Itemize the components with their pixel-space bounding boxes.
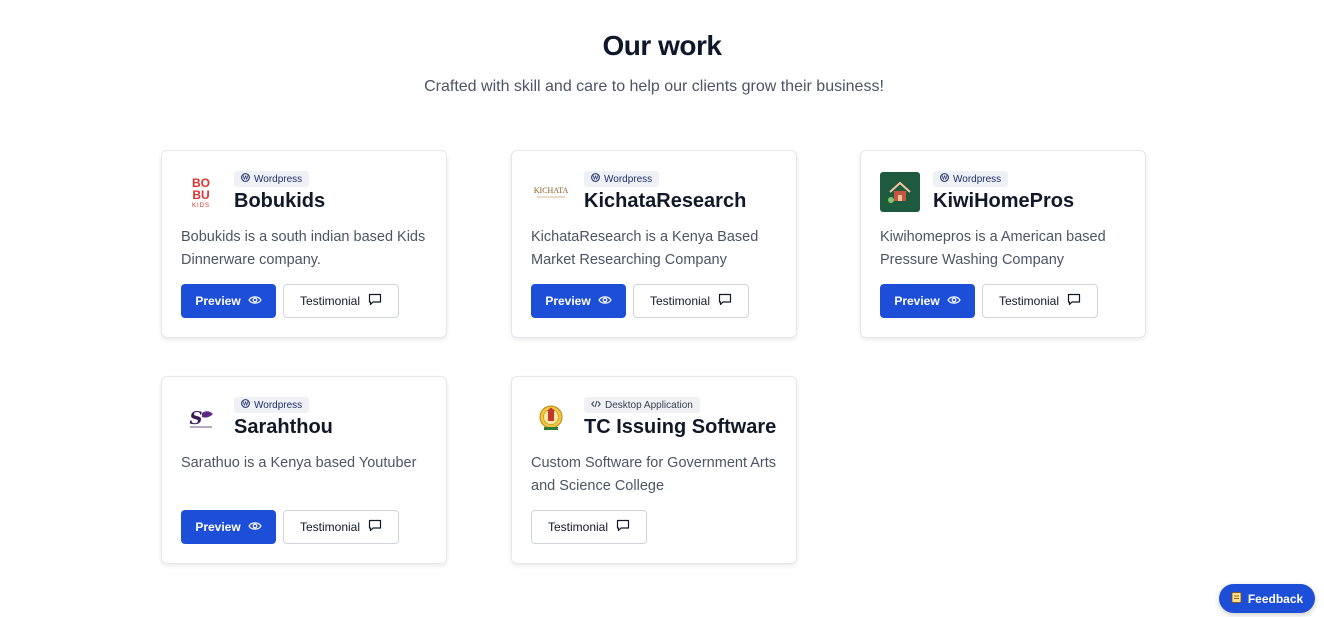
project-name: KiwiHomePros	[933, 190, 1075, 212]
wordpress-icon: W	[241, 399, 250, 411]
chat-bubble-icon	[368, 293, 382, 309]
eye-icon	[247, 520, 262, 534]
chat-bubble-icon	[368, 519, 382, 535]
project-card-bobukids: BO BU KIDS W Wordpress Bobukids Bobukids…	[161, 150, 447, 338]
chat-bubble-icon	[718, 293, 732, 309]
wordpress-icon: W	[241, 173, 250, 185]
project-card-kiwihomepros: W Wordpress KiwiHomePros Kiwihomepros is…	[860, 150, 1146, 338]
sarahthou-logo: S	[181, 398, 221, 438]
svg-text:KICHATA: KICHATA	[534, 186, 569, 195]
testimonial-label: Testimonial	[998, 294, 1060, 308]
project-description: Bobukids is a south indian based Kids Di…	[181, 229, 426, 268]
svg-text:KIDS: KIDS	[192, 203, 210, 209]
category-badge: W Wordpress	[584, 171, 660, 187]
preview-button[interactable]: Preview	[880, 284, 975, 318]
preview-label: Preview	[894, 294, 940, 308]
code-icon	[591, 400, 601, 411]
category-badge: W Wordpress	[933, 171, 1009, 187]
feedback-button[interactable]: Feedback	[1219, 584, 1315, 613]
government-emblem-logo	[531, 398, 571, 438]
project-description: Kiwihomepros is a American based Pressur…	[880, 229, 1106, 268]
chat-bubble-icon	[1067, 293, 1081, 309]
project-name: TC Issuing Software	[584, 416, 777, 438]
project-name: Sarahthou	[234, 416, 333, 438]
project-description: KichataResearch is a Kenya Based Market …	[531, 229, 759, 268]
testimonial-label: Testimonial	[547, 520, 609, 534]
page-title: Our work	[602, 30, 722, 61]
wordpress-icon: W	[591, 173, 600, 185]
project-description: Custom Software for Government Arts and …	[531, 455, 776, 494]
category-label: Wordpress	[604, 173, 653, 185]
project-card-tc-issuing-software: Desktop Application TC Issuing Software …	[511, 376, 797, 564]
testimonial-label: Testimonial	[299, 520, 361, 534]
category-label: Wordpress	[953, 173, 1002, 185]
category-badge: Desktop Application	[584, 397, 700, 413]
bobukids-logo: BO BU KIDS	[181, 172, 221, 212]
testimonial-button[interactable]: Testimonial	[531, 510, 647, 544]
project-card-sarahthou: S W Wordpress Sarahthou Sarathuo is a Ke…	[161, 376, 447, 564]
category-badge: W Wordpress	[234, 397, 310, 413]
kiwihomepros-logo	[880, 172, 920, 212]
preview-label: Preview	[195, 520, 241, 534]
testimonial-button[interactable]: Testimonial	[283, 284, 399, 318]
wordpress-icon: W	[940, 173, 949, 185]
project-description: Sarathuo is a Kenya based Youtuber	[181, 455, 417, 471]
category-badge: W Wordpress	[234, 171, 310, 187]
project-name: Bobukids	[234, 190, 326, 212]
clipboard-icon	[1231, 591, 1242, 606]
eye-icon	[597, 294, 612, 308]
project-name: KichataResearch	[584, 190, 747, 212]
preview-button[interactable]: Preview	[531, 284, 626, 318]
preview-button[interactable]: Preview	[181, 284, 276, 318]
category-label: Wordpress	[254, 399, 303, 411]
kichata-logo: KICHATA	[531, 172, 571, 212]
testimonial-button[interactable]: Testimonial	[283, 510, 399, 544]
project-card-kichataresearch: KICHATA W Wordpress KichataResearch Kich…	[511, 150, 797, 338]
chat-bubble-icon	[616, 519, 630, 535]
testimonial-label: Testimonial	[649, 294, 711, 308]
preview-button[interactable]: Preview	[181, 510, 276, 544]
testimonial-label: Testimonial	[299, 294, 361, 308]
svg-text:BU: BU	[192, 188, 209, 202]
testimonial-button[interactable]: Testimonial	[633, 284, 749, 318]
eye-icon	[247, 294, 262, 308]
preview-label: Preview	[195, 294, 241, 308]
preview-label: Preview	[545, 294, 591, 308]
category-label: Wordpress	[254, 173, 303, 185]
svg-text:S: S	[190, 408, 203, 429]
testimonial-button[interactable]: Testimonial	[982, 284, 1098, 318]
page-subtitle: Crafted with skill and care to help our …	[424, 78, 884, 95]
eye-icon	[946, 294, 961, 308]
category-label: Desktop Application	[605, 399, 693, 411]
feedback-label: Feedback	[1247, 591, 1304, 606]
